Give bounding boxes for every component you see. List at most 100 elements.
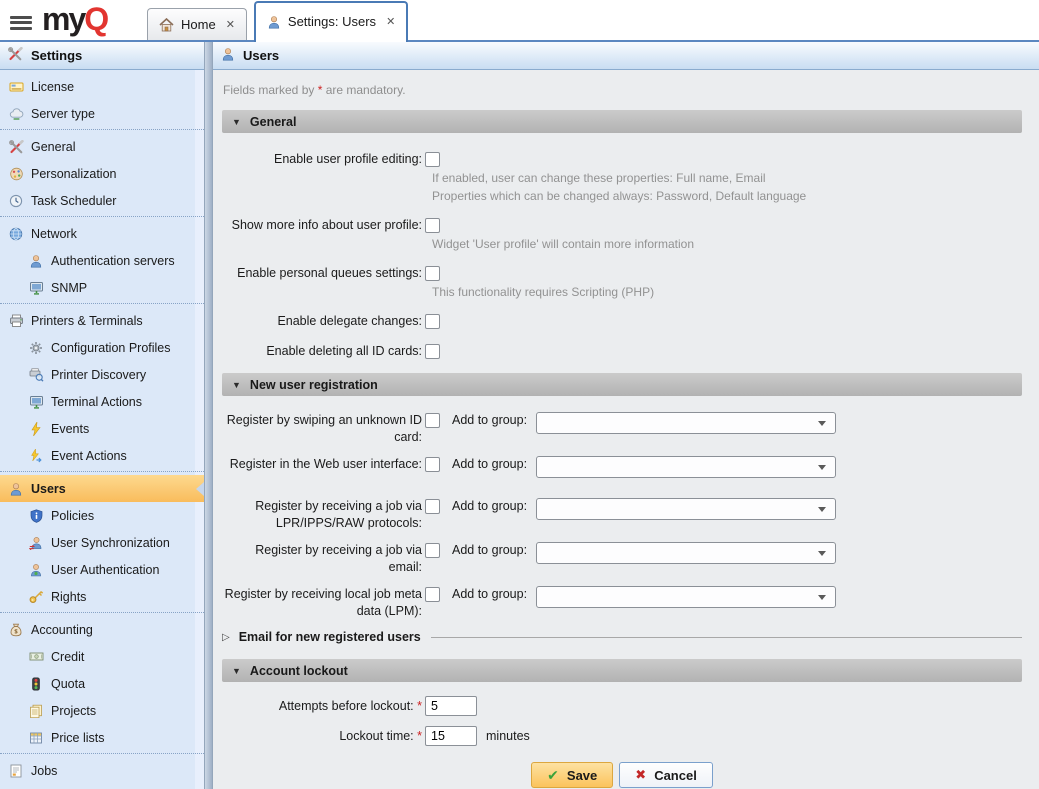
checkbox[interactable] <box>425 266 440 281</box>
general-field: Enable personal queues settings:This fun… <box>222 265 1022 300</box>
checkbox[interactable] <box>425 344 440 359</box>
moneybag-icon <box>8 622 24 637</box>
sidebar-item-configuration-profiles[interactable]: Configuration Profiles <box>0 334 204 361</box>
subsection-rule <box>431 637 1022 638</box>
cancel-button[interactable]: ✖ Cancel <box>619 762 713 788</box>
tab-settings-users[interactable]: Settings: Users ✕ <box>254 1 408 42</box>
close-icon[interactable]: ✕ <box>386 15 395 28</box>
gear-icon <box>28 340 44 355</box>
palette-icon <box>8 166 24 181</box>
registration-fields: Register by swiping an unknown ID card:A… <box>222 396 1022 620</box>
sidebar-item-terminal-actions[interactable]: Terminal Actions <box>0 388 204 415</box>
printer-icon <box>8 313 24 328</box>
expand-triangle-icon: ▷ <box>222 632 230 643</box>
panel-splitter[interactable] <box>204 42 213 789</box>
sidebar-item-user-authentication[interactable]: User Authentication <box>0 556 204 583</box>
checkbox[interactable] <box>425 543 440 558</box>
lightning-icon <box>28 421 44 436</box>
key-icon <box>28 589 44 604</box>
check-icon: ✔ <box>547 767 559 784</box>
sidebar-item-policies[interactable]: Policies <box>0 502 204 529</box>
close-icon[interactable]: ✕ <box>226 18 235 31</box>
sidebar-item-network[interactable]: Network <box>0 220 204 247</box>
sidebar-item-label: User Synchronization <box>51 536 170 550</box>
general-field: Enable user profile editing:If enabled, … <box>222 151 1022 204</box>
sidebar-item-price-lists[interactable]: Price lists <box>0 724 204 751</box>
checkbox[interactable] <box>425 218 440 233</box>
sidebar-item-jobs[interactable]: Jobs <box>0 757 204 784</box>
sidebar-item-label: Price lists <box>51 731 104 745</box>
sidebar-item-label: License <box>31 80 74 94</box>
section-header-account-lockout[interactable]: ▼ Account lockout <box>222 659 1022 682</box>
section-header-general[interactable]: ▼ General <box>222 110 1022 133</box>
sidebar-item-label: Terminal Actions <box>51 395 142 409</box>
pricelist-icon <box>28 730 44 745</box>
sidebar-item-license[interactable]: License <box>0 73 204 100</box>
checkbox[interactable] <box>425 152 440 167</box>
globe-icon <box>8 226 24 241</box>
cross-icon: ✖ <box>635 767 646 783</box>
checkbox[interactable] <box>425 587 440 602</box>
sidebar-item-label: Accounting <box>31 623 93 637</box>
attempts-before-lockout-input[interactable] <box>425 696 477 716</box>
checkbox[interactable] <box>425 413 440 428</box>
group-select[interactable] <box>536 542 836 564</box>
sidebar-item-label: Policies <box>51 509 94 523</box>
users-settings-panel: Users Fields marked by * are mandatory. … <box>213 42 1039 789</box>
projects-icon <box>28 703 44 718</box>
user-icon <box>221 47 235 64</box>
sidebar-item-projects[interactable]: Projects <box>0 697 204 724</box>
sidebar-item-quota[interactable]: Quota <box>0 670 204 697</box>
sidebar-separator <box>0 303 204 304</box>
tab-list: Home✕ Settings: Users ✕ <box>147 1 415 42</box>
registration-row: Register by swiping an unknown ID card:A… <box>222 412 1022 446</box>
sidebar-item-accounting[interactable]: Accounting <box>0 616 204 643</box>
checkbox[interactable] <box>425 314 440 329</box>
save-button[interactable]: ✔ Save <box>531 762 613 788</box>
tab-label: Settings: Users <box>288 14 376 29</box>
sidebar-item-printers-terminals[interactable]: Printers & Terminals <box>0 307 204 334</box>
sidebar-item-general[interactable]: General <box>0 133 204 160</box>
mandatory-star: * <box>414 729 422 743</box>
tab-home[interactable]: Home✕ <box>147 8 247 40</box>
sidebar-item-authentication-servers[interactable]: Authentication servers <box>0 247 204 274</box>
sidebar-item-printer-discovery[interactable]: Printer Discovery <box>0 361 204 388</box>
sidebar-item-personalization[interactable]: Personalization <box>0 160 204 187</box>
sidebar-header: Settings <box>0 42 204 70</box>
sidebar-item-users[interactable]: Users <box>0 475 204 502</box>
checkbox[interactable] <box>425 457 440 472</box>
sidebar-item-label: Rights <box>51 590 86 604</box>
sidebar-item-task-scheduler[interactable]: Task Scheduler <box>0 187 204 214</box>
group-select[interactable] <box>536 456 836 478</box>
general-field: Enable delegate changes: <box>222 313 1022 330</box>
sidebar-item-user-synchronization[interactable]: User Synchronization <box>0 529 204 556</box>
sidebar-item-label: Task Scheduler <box>31 194 116 208</box>
sidebar-item-snmp[interactable]: SNMP <box>0 274 204 301</box>
traffic-light-icon <box>28 676 44 691</box>
sidebar-item-label: Events <box>51 422 89 436</box>
sidebar-item-rights[interactable]: Rights <box>0 583 204 610</box>
sidebar-item-label: Credit <box>51 650 84 664</box>
sidebar-item-credit[interactable]: Credit <box>0 643 204 670</box>
sidebar-item-label: Configuration Profiles <box>51 341 171 355</box>
monitor-icon <box>28 280 44 295</box>
checkbox[interactable] <box>425 499 440 514</box>
field-help-text: Properties which can be changed always: … <box>432 189 1022 204</box>
sidebar-item-event-actions[interactable]: Event Actions <box>0 442 204 469</box>
sidebar-item-events[interactable]: Events <box>0 415 204 442</box>
group-select[interactable] <box>536 498 836 520</box>
group-select[interactable] <box>536 412 836 434</box>
sidebar-item-server-type[interactable]: Server type <box>0 100 204 127</box>
sidebar-item-label: Personalization <box>31 167 116 181</box>
subsection-email-for-new-registered-users[interactable]: ▷ Email for new registered users <box>222 630 1022 644</box>
section-header-new-user-registration[interactable]: ▼ New user registration <box>222 373 1022 396</box>
group-select[interactable] <box>536 586 836 608</box>
sidebar-separator <box>0 612 204 613</box>
field-row: Show more info about user profile: <box>222 217 1022 234</box>
registration-row: Register by receiving local job meta dat… <box>222 586 1022 620</box>
field-help-text: If enabled, user can change these proper… <box>432 171 1022 186</box>
lockout-time-input[interactable] <box>425 726 477 746</box>
sidebar-item-label: Printer Discovery <box>51 368 146 382</box>
sidebar-item-label: Server type <box>31 107 95 121</box>
hamburger-menu-icon[interactable] <box>10 13 32 32</box>
